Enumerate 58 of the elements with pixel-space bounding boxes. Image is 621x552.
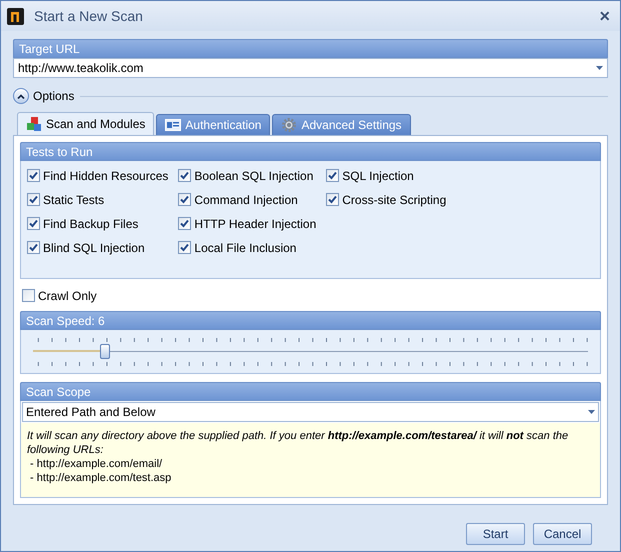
chevron-icon: [17, 94, 25, 98]
checkbox-label: Find Backup Files: [43, 216, 138, 232]
options-label: Options: [33, 88, 74, 105]
checkbox-label: HTTP Header Injection: [194, 216, 316, 232]
tests-header: Tests to Run: [20, 142, 601, 161]
url-value: http://www.teakolik.com: [18, 60, 144, 77]
checkbox-label: Local File Inclusion: [194, 240, 296, 256]
checkbox-label: SQL Injection: [342, 168, 414, 184]
checkbox[interactable]: [178, 241, 192, 254]
cubes-icon: [26, 116, 42, 132]
url-combobox[interactable]: http://www.teakolik.com: [13, 58, 608, 78]
checkbox[interactable]: [27, 193, 40, 206]
check-icon: [29, 243, 38, 252]
check-icon: [29, 171, 38, 180]
window-title: Start a New Scan: [34, 6, 144, 26]
tab[interactable]: Scan and Modules: [17, 112, 154, 135]
check-icon: [29, 195, 38, 204]
checkbox[interactable]: [178, 169, 192, 182]
check-icon: [328, 195, 338, 204]
check-icon: [180, 195, 190, 204]
checkbox-label: Cross-site Scripting: [342, 192, 446, 208]
gear-icon: [281, 117, 298, 133]
checkbox-label: Boolean SQL Injection: [194, 168, 314, 184]
checkbox[interactable]: [27, 217, 40, 230]
checkbox[interactable]: [178, 217, 192, 230]
checkbox[interactable]: [326, 169, 340, 182]
example-url: - http://example.com/email/: [29, 457, 164, 471]
app-logo-icon: [7, 8, 24, 24]
target-url-header: Target URL: [13, 39, 608, 58]
check-icon: [29, 219, 38, 228]
checkbox-label: Crawl Only: [38, 288, 97, 304]
scan-speed-header: Scan Speed: 6: [20, 311, 601, 330]
check-icon: [180, 171, 190, 180]
checkbox[interactable]: [326, 193, 340, 206]
checkbox-label: Blind SQL Injection: [43, 240, 145, 256]
dropdown-arrow-icon: [588, 410, 595, 414]
check-icon: [180, 243, 190, 252]
scope-description: It will scan any directory above the supplied path. If you enter http://example.com/testarea/ it will not scan the following URLs:: [27, 429, 570, 457]
checkbox[interactable]: [27, 241, 40, 254]
checkbox[interactable]: [27, 169, 40, 182]
options-toggle[interactable]: [13, 88, 29, 104]
checkbox[interactable]: [178, 193, 192, 206]
id-card-icon: [165, 119, 182, 131]
scan-scope-header: Scan Scope: [20, 382, 601, 401]
close-button[interactable]: ×: [595, 7, 614, 25]
checkbox-label: Static Tests: [43, 192, 104, 208]
dropdown-arrow-icon: [596, 66, 603, 70]
check-icon: [328, 171, 338, 180]
dialog-button[interactable]: Start: [466, 523, 525, 545]
slider-thumb[interactable]: [100, 344, 110, 358]
checkbox-label: Find Hidden Resources: [43, 168, 168, 184]
example-url: - http://example.com/test.asp: [29, 471, 172, 485]
scope-value: Entered Path and Below: [26, 404, 156, 421]
check-icon: [180, 219, 190, 228]
checkbox[interactable]: [22, 289, 35, 302]
scope-dropdown[interactable]: Entered Path and Below: [22, 402, 599, 422]
dialog-button[interactable]: Cancel: [533, 523, 592, 545]
checkbox-label: Command Injection: [194, 192, 298, 208]
